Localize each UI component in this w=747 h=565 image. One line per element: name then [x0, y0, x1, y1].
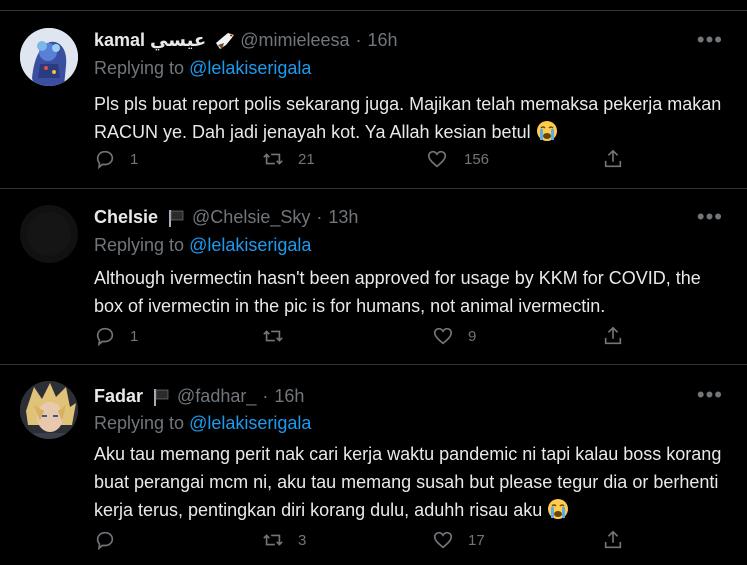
timestamp[interactable]: 13h — [328, 207, 358, 228]
tweet-text: Pls pls buat report polis sekarang juga.… — [94, 90, 734, 146]
reply-button[interactable] — [94, 529, 130, 551]
tweet-text-body: Aku tau memang perit nak cari kerja wakt… — [94, 444, 722, 520]
tweet-text: Although ivermectin hasn't been approved… — [94, 268, 701, 316]
tweet-actions: 1 9 — [94, 325, 634, 351]
retweet-icon — [263, 534, 283, 546]
tweet-actions: 1 21 156 — [94, 148, 634, 174]
display-name[interactable]: Chelsie — [94, 207, 158, 228]
flag-icon — [151, 387, 171, 407]
share-icon — [604, 149, 622, 168]
user-handle[interactable]: @fadhar_ — [177, 386, 256, 407]
reply-count: 1 — [130, 150, 139, 168]
retweet-icon — [263, 330, 283, 342]
display-name[interactable]: kamal عيسي — [94, 30, 206, 51]
crying-emoji-icon — [548, 499, 569, 519]
tweet-actions: 3 17 — [94, 529, 634, 555]
user-handle[interactable]: @mimieleesa — [240, 30, 349, 51]
crying-emoji-icon — [536, 121, 557, 141]
reply-button[interactable]: 1 — [94, 148, 138, 170]
reply-icon — [96, 150, 114, 170]
timestamp[interactable]: 16h — [274, 386, 304, 407]
reply-button[interactable]: 1 — [94, 325, 138, 347]
tweet-kamal[interactable]: kamal عيسي @mimieleesa · 16h ••• Replyin… — [0, 11, 747, 188]
mention-link[interactable]: @lelakiserigala — [189, 58, 311, 78]
more-options-icon[interactable]: ••• — [697, 204, 723, 230]
user-handle[interactable]: @Chelsie_Sky — [192, 207, 310, 228]
mention-link[interactable]: @lelakiserigala — [189, 235, 311, 255]
like-icon — [427, 150, 447, 168]
like-icon — [433, 327, 453, 345]
retweet-icon — [263, 153, 283, 165]
like-button[interactable]: 17 — [432, 529, 485, 551]
reply-count: 1 — [130, 327, 139, 345]
like-button[interactable]: 156 — [426, 148, 489, 170]
retweet-button[interactable]: 21 — [262, 148, 315, 170]
avatar[interactable] — [20, 205, 78, 263]
avatar[interactable] — [20, 381, 78, 439]
eagle-emoji-icon — [214, 31, 235, 51]
separator-dot: · — [355, 30, 362, 50]
share-button[interactable] — [602, 325, 624, 347]
retweet-button[interactable]: 3 — [262, 529, 306, 551]
retweet-count: 3 — [298, 531, 307, 549]
replying-to: Replying to @lelakiserigala — [94, 235, 311, 256]
tweet-text-body: Pls pls buat report polis sekarang juga.… — [94, 94, 722, 142]
replying-to-label: Replying to — [94, 58, 185, 78]
share-button[interactable] — [602, 148, 624, 170]
tweet-chelsie[interactable]: Chelsie @Chelsie_Sky · 13h ••• Replying … — [0, 189, 747, 364]
mention-link[interactable]: @lelakiserigala — [189, 413, 311, 433]
share-icon — [604, 326, 622, 345]
tweet-header: Chelsie @Chelsie_Sky · 13h — [94, 207, 358, 228]
like-count: 9 — [468, 327, 477, 345]
replying-to: Replying to @lelakiserigala — [94, 413, 311, 434]
retweet-button[interactable] — [262, 325, 298, 347]
replying-to: Replying to @lelakiserigala — [94, 58, 311, 79]
more-options-icon[interactable]: ••• — [697, 27, 723, 53]
separator-dot: · — [262, 386, 269, 406]
retweet-count: 21 — [298, 150, 315, 168]
replying-to-label: Replying to — [94, 235, 185, 255]
timestamp[interactable]: 16h — [368, 30, 398, 51]
reply-icon — [96, 531, 114, 551]
tweet-header: Fadar @fadhar_ · 16h — [94, 386, 304, 407]
replying-to-label: Replying to — [94, 413, 185, 433]
tweet-text: Aku tau memang perit nak cari kerja wakt… — [94, 440, 734, 524]
share-icon — [604, 530, 622, 549]
like-count: 156 — [464, 150, 490, 168]
avatar[interactable] — [20, 28, 78, 86]
flag-icon — [166, 208, 186, 228]
like-button[interactable]: 9 — [432, 325, 476, 347]
more-options-icon[interactable]: ••• — [697, 382, 723, 408]
share-button[interactable] — [602, 529, 624, 551]
reply-icon — [96, 327, 114, 347]
tweet-fadar[interactable]: Fadar @fadhar_ · 16h ••• Replying to @le… — [0, 365, 747, 565]
tweet-header: kamal عيسي @mimieleesa · 16h — [94, 30, 398, 51]
separator-dot: · — [316, 207, 323, 227]
reply-feed: kamal عيسي @mimieleesa · 16h ••• Replyin… — [0, 0, 747, 565]
like-count: 17 — [468, 531, 485, 549]
like-icon — [433, 531, 453, 549]
display-name[interactable]: Fadar — [94, 386, 143, 407]
